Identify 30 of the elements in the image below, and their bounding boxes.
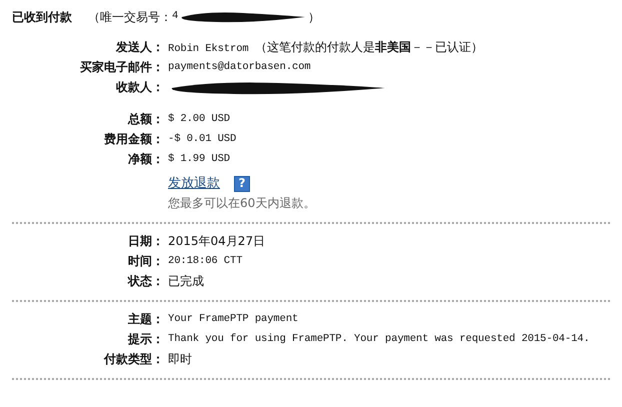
field-label: 发送人：	[114, 41, 165, 55]
field-label: 时间：	[127, 255, 165, 269]
field-label: 总额：	[126, 113, 165, 127]
field-label: 付款类型：	[102, 353, 165, 367]
field-label: 净额：	[127, 153, 165, 167]
field-label: 主题：	[127, 313, 165, 327]
transaction-number: 4	[172, 9, 178, 24]
field-value: Your FramePTP payment	[168, 314, 298, 326]
transaction-label: （唯一交易号：	[88, 9, 172, 26]
bracket-text: ）	[308, 9, 320, 26]
field-value: $ 1.99 USD	[168, 154, 230, 166]
field-value: $ 2.00 USD	[168, 114, 230, 126]
field-label: 买家电子邮件：	[79, 61, 165, 75]
field-value: Thank you for using FramePTP. Your payment was requested 2015-04-14.	[168, 334, 590, 346]
field-label: 日期：	[127, 235, 165, 249]
field-value: 已完成	[168, 275, 204, 289]
field-value: payments@datorbasen.com	[168, 62, 311, 74]
refund-note: 您最多可以在60天内退款。	[168, 197, 316, 211]
field-value: 即时	[168, 353, 192, 367]
field-label: 费用金额：	[103, 133, 165, 147]
field-label: 状态：	[126, 275, 165, 289]
refund-link[interactable]: 发放退款	[168, 176, 220, 192]
field-value: -$ 0.01 USD	[168, 134, 236, 146]
field-value: Robin Ekstrom （这笔付款的付款人是非美国－－已认证）	[168, 40, 483, 56]
field-label: 收款人：	[115, 81, 165, 95]
field-value: 20:18:06 CTT	[168, 256, 242, 268]
page-title: 已收到付款	[12, 9, 72, 26]
field-label: 提示：	[126, 333, 165, 347]
field-value: 2015年04月27日	[168, 235, 266, 249]
help-icon[interactable]: ?	[234, 176, 250, 192]
